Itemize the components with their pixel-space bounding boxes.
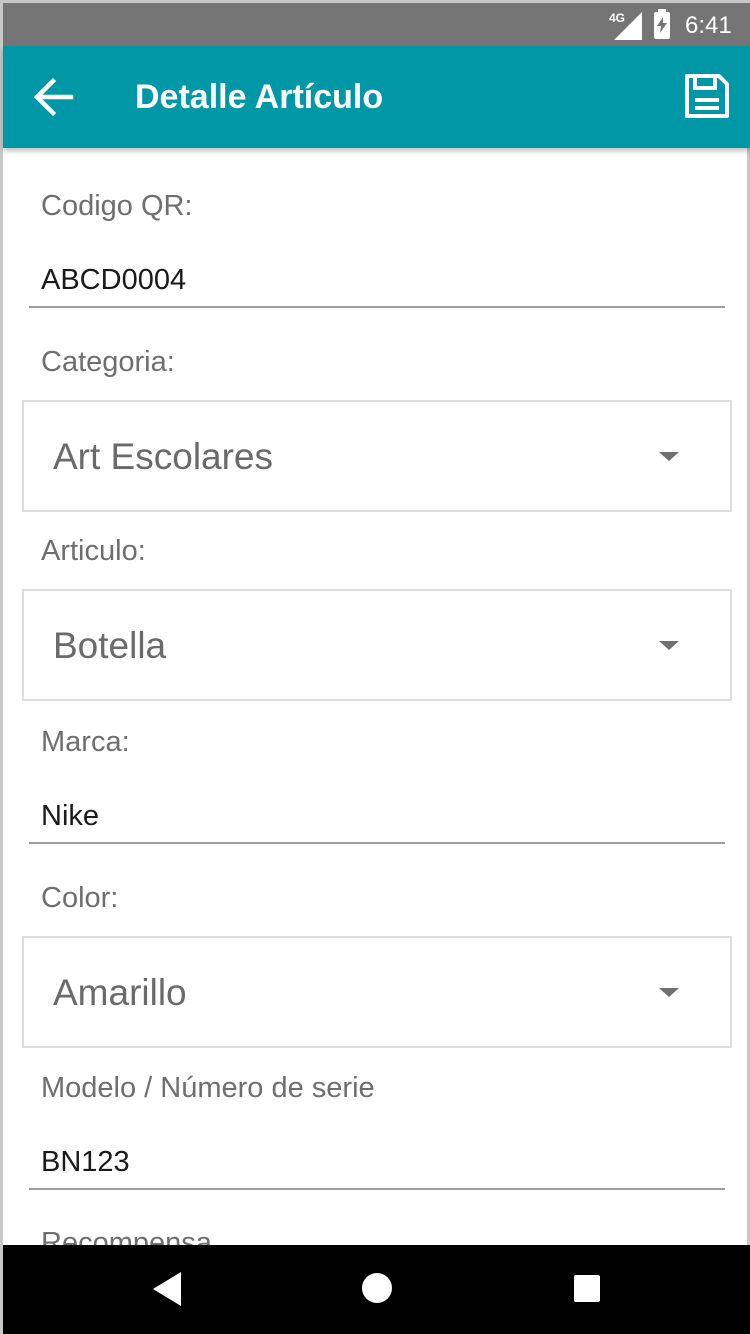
qr-code-value: ABCD0004 <box>41 264 187 296</box>
category-selected: Art Escolares <box>53 436 274 477</box>
article-label: Articulo: <box>41 535 146 567</box>
model-serial-input[interactable]: BN123 <box>29 1140 725 1190</box>
network-type: 4G <box>609 11 626 25</box>
category-select[interactable]: Art Escolares <box>22 400 732 512</box>
reward-label: Recompensa <box>41 1227 212 1245</box>
back-button[interactable] <box>27 71 83 123</box>
brand-value: Nike <box>41 800 100 832</box>
model-serial-label: Modelo / Número de serie <box>41 1072 375 1104</box>
floppy-disk-icon <box>685 74 729 118</box>
color-selected: Amarillo <box>53 972 187 1013</box>
system-nav-bar <box>3 1245 750 1334</box>
color-label: Color: <box>41 882 119 914</box>
battery-icon <box>654 9 670 39</box>
triangle-back-icon[interactable] <box>153 1272 183 1306</box>
dropdown-arrow-icon <box>659 988 679 997</box>
status-bar: 4G 6:41 <box>3 0 750 46</box>
phone-screen: 4G 6:41 Detalle Artículo Codigo QR: ABCD… <box>0 0 750 1334</box>
article-select[interactable]: Botella <box>22 589 732 701</box>
brand-input[interactable]: Nike <box>29 794 725 844</box>
page-title: Detalle Artículo <box>135 78 384 116</box>
qr-code-input[interactable]: ABCD0004 <box>29 258 725 308</box>
color-select[interactable]: Amarillo <box>22 936 732 1048</box>
model-serial-value: BN123 <box>41 1146 130 1178</box>
brand-label: Marca: <box>41 726 130 758</box>
qr-code-label: Codigo QR: <box>41 190 193 222</box>
dropdown-arrow-icon <box>659 452 679 461</box>
dropdown-arrow-icon <box>659 641 679 650</box>
arrow-left-icon <box>33 77 74 117</box>
save-button[interactable] <box>681 70 733 122</box>
square-recents-icon[interactable] <box>574 1275 600 1302</box>
app-bar: Detalle Artículo <box>3 46 750 148</box>
circle-home-icon[interactable] <box>362 1273 392 1303</box>
status-time: 6:41 <box>685 12 732 39</box>
category-label: Categoria: <box>41 346 175 378</box>
article-selected: Botella <box>53 625 167 666</box>
